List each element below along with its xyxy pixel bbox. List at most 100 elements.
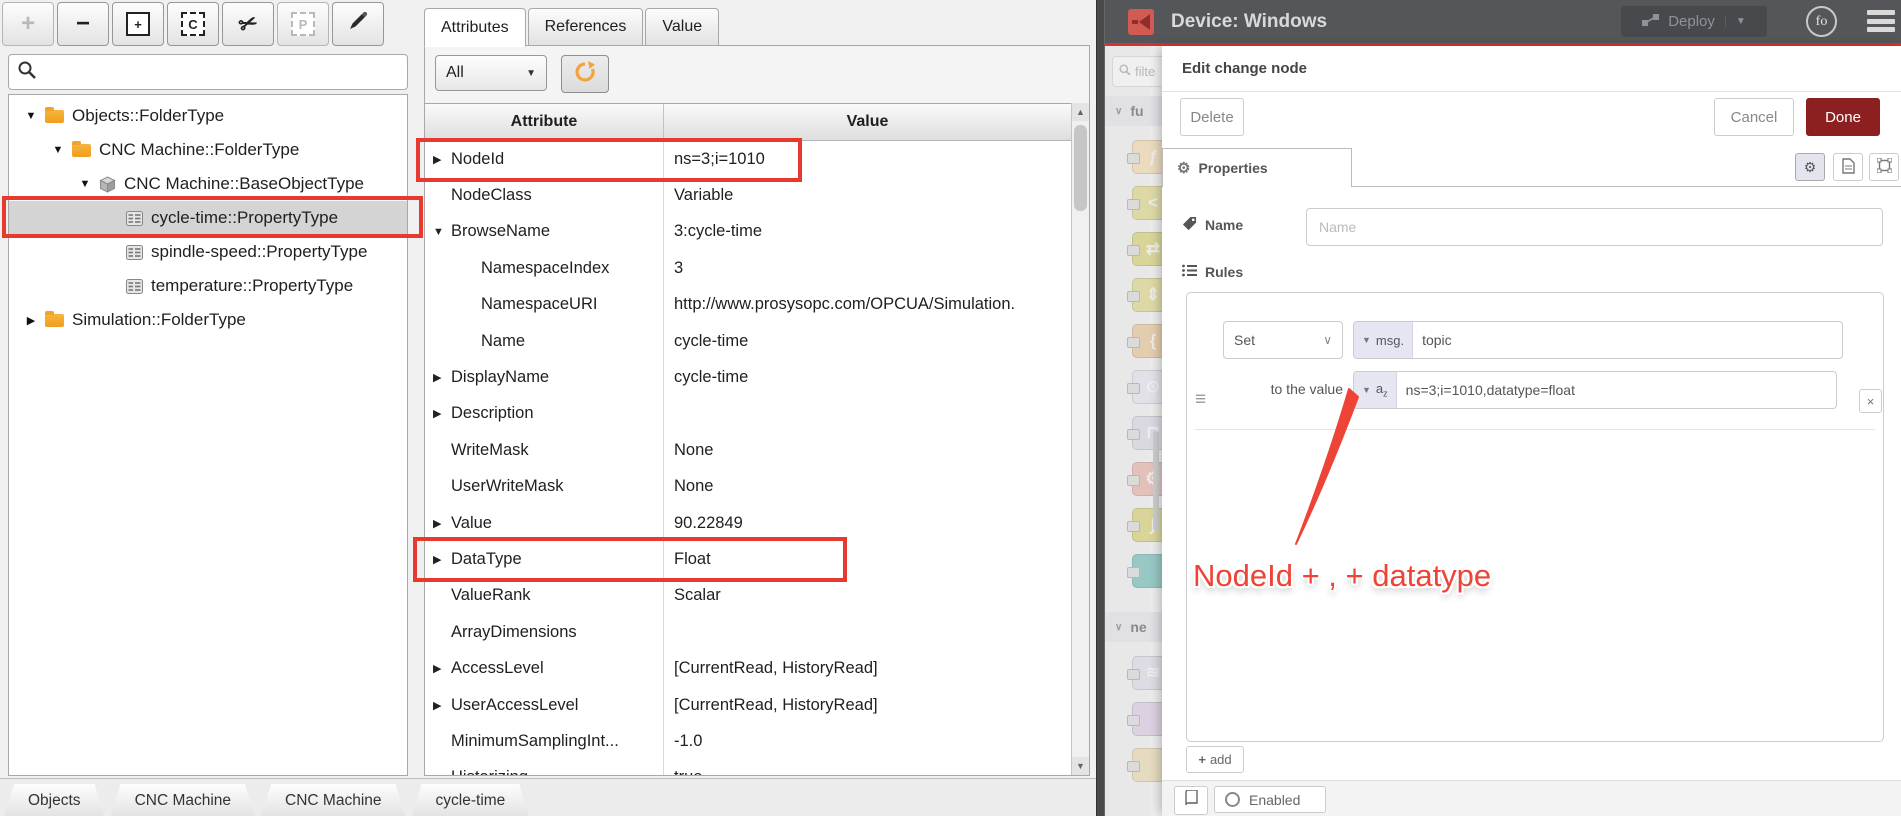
cancel-button[interactable]: Cancel [1714, 98, 1794, 136]
attribute-name-cell: ValueRank [425, 577, 664, 615]
attribute-name: Name [481, 331, 526, 350]
expander-right-icon[interactable]: ▶ [433, 699, 451, 712]
bottom-tab-cnc-machine[interactable]: CNC Machine [111, 784, 255, 816]
deploy-options-caret-icon[interactable]: ▼ [1724, 16, 1746, 27]
attribute-panel-tabs: Attributes References Value [424, 8, 720, 47]
description-view-button[interactable] [1833, 153, 1863, 181]
string-type-icon: az [1375, 381, 1388, 399]
remove-rule-button[interactable]: × [1859, 389, 1882, 413]
tab-attributes[interactable]: Attributes [424, 8, 526, 47]
minus-icon: − [75, 10, 90, 37]
msg-type-chip[interactable]: ▼ msg. [1354, 322, 1414, 358]
table-row[interactable]: ▼ BrowseName 3:cycle-time [425, 213, 1071, 251]
attribute-column-header[interactable]: Attribute [425, 104, 664, 140]
properties-view-button[interactable]: ⚙ [1795, 153, 1825, 181]
tree-item[interactable]: spindle-speed::PropertyType [9, 235, 407, 269]
enabled-status-icon [1225, 792, 1240, 807]
tree-item[interactable]: ▼ Objects::FolderType [9, 99, 407, 133]
attribute-value-cell: cycle-time [674, 368, 749, 387]
attribute-table-scrollbar[interactable]: ▲ ▼ [1071, 103, 1089, 775]
remove-button[interactable]: − [57, 2, 109, 46]
new-item-button[interactable]: + [112, 2, 164, 46]
tree-item[interactable]: temperature::PropertyType [9, 269, 407, 303]
refresh-attributes-button[interactable] [561, 55, 609, 93]
list-icon [1182, 264, 1197, 280]
attribute-name: ArrayDimensions [451, 622, 577, 641]
pencil-icon [347, 10, 369, 39]
attribute-name: UserWriteMask [451, 477, 564, 496]
cut-icon: ✂ [234, 8, 261, 39]
attribute-name-cell: NamespaceIndex [425, 250, 664, 287]
copy-icon: C [181, 12, 205, 36]
delete-button[interactable]: Delete [1180, 98, 1244, 136]
main-menu-button[interactable] [1867, 10, 1895, 32]
expander-right-icon[interactable]: ▶ [23, 314, 39, 327]
name-input[interactable] [1317, 218, 1858, 236]
gear-icon: ⚙ [1803, 158, 1817, 175]
attribute-name-cell: ArrayDimensions [425, 614, 664, 651]
deploy-button[interactable]: Deploy ▼ [1621, 6, 1767, 37]
rule-action-select[interactable]: Set ∨ [1223, 321, 1343, 359]
string-type-chip[interactable]: ▼ az [1354, 372, 1397, 408]
expander-right-icon[interactable]: ▶ [433, 662, 451, 675]
table-row[interactable]: Name cycle-time [425, 322, 1071, 360]
expander-right-icon[interactable]: ▶ [433, 517, 451, 530]
attribute-name-cell: MinimumSamplingInt... [425, 723, 664, 760]
edit-button[interactable] [332, 2, 384, 46]
table-row[interactable]: ▶ UserAccessLevel [CurrentRead, HistoryRea… [425, 686, 1071, 724]
attribute-filter-select[interactable]: All ▼ [435, 55, 547, 91]
tree-search-box[interactable] [8, 54, 408, 90]
table-row[interactable]: ▶ AccessLevel [CurrentRead, HistoryRead] [425, 650, 1071, 687]
expander-down-icon[interactable]: ▼ [50, 144, 66, 156]
table-row[interactable]: MinimumSamplingInt... -1.0 [425, 723, 1071, 760]
rule-target-field[interactable]: ▼ msg. topic [1353, 321, 1843, 359]
table-row[interactable]: ArrayDimensions [425, 614, 1071, 651]
table-row[interactable]: WriteMask None [425, 432, 1071, 469]
table-row[interactable]: NamespaceURI http://www.prosysopc.com/OPC… [425, 286, 1071, 323]
user-account-button[interactable]: fo [1806, 6, 1837, 37]
attribute-table-rows: ▶ NodeId ns=3;i=1010 NodeClass Variable ▼ Brow… [425, 141, 1071, 775]
rule-value-text[interactable]: ns=3;i=1010,datatype=float [1397, 382, 1575, 398]
table-row[interactable]: Historizing true [425, 759, 1071, 775]
table-row[interactable]: ▶ Description [425, 395, 1071, 433]
expander-right-icon[interactable]: ▶ [433, 407, 451, 420]
expander-right-icon[interactable]: ▶ [433, 371, 451, 384]
scroll-up-arrow[interactable]: ▲ [1072, 103, 1089, 121]
node-enabled-toggle[interactable]: Enabled [1214, 786, 1326, 813]
done-button[interactable]: Done [1806, 98, 1880, 136]
attribute-name-cell: ▶ Description [425, 395, 664, 433]
value-column-header[interactable]: Value [664, 104, 1071, 140]
node-info-button[interactable] [1174, 786, 1208, 815]
expander-down-icon[interactable]: ▼ [77, 178, 93, 190]
scroll-down-arrow[interactable]: ▼ [1072, 757, 1089, 775]
rule-target-value[interactable]: topic [1413, 332, 1452, 348]
bottom-tab-cnc-machine[interactable]: CNC Machine [261, 784, 405, 816]
expander-down-icon[interactable]: ▼ [23, 110, 39, 122]
table-row[interactable]: NodeClass Variable [425, 177, 1071, 214]
tree-item[interactable]: ▶ Simulation::FolderType [9, 303, 407, 337]
attribute-name: DisplayName [451, 368, 550, 387]
tree-item-label: temperature::PropertyType [151, 276, 354, 295]
name-field[interactable] [1306, 208, 1883, 246]
expander-down-icon[interactable]: ▼ [433, 226, 451, 238]
rule-value-field[interactable]: ▼ az ns=3;i=1010,datatype=float [1353, 371, 1837, 409]
tree-item[interactable]: ▼ CNC Machine::FolderType [9, 133, 407, 167]
table-row[interactable]: ▶ Value 90.22849 [425, 504, 1071, 542]
tree-item-label: spindle-speed::PropertyType [151, 242, 368, 261]
cut-button[interactable]: ✂ [222, 2, 274, 46]
attribute-name: ValueRank [451, 586, 531, 605]
add-rule-button[interactable]: + add [1186, 746, 1244, 773]
bottom-tab-objects[interactable]: Objects [4, 784, 105, 816]
tab-references[interactable]: References [527, 8, 644, 46]
tab-properties[interactable]: ⚙ Properties [1162, 148, 1352, 187]
table-row[interactable]: ▶ DisplayName cycle-time [425, 359, 1071, 396]
copy-button[interactable]: C [167, 2, 219, 46]
tab-value[interactable]: Value [645, 8, 720, 46]
attribute-name: NamespaceURI [481, 295, 598, 314]
appearance-view-button[interactable] [1869, 153, 1899, 181]
scrollbar-thumb[interactable] [1074, 125, 1087, 211]
table-row[interactable]: UserWriteMask None [425, 468, 1071, 505]
bottom-tab-cycle-time[interactable]: cycle-time [412, 784, 530, 816]
table-row[interactable]: ValueRank Scalar [425, 577, 1071, 615]
table-row[interactable]: NamespaceIndex 3 [425, 250, 1071, 287]
